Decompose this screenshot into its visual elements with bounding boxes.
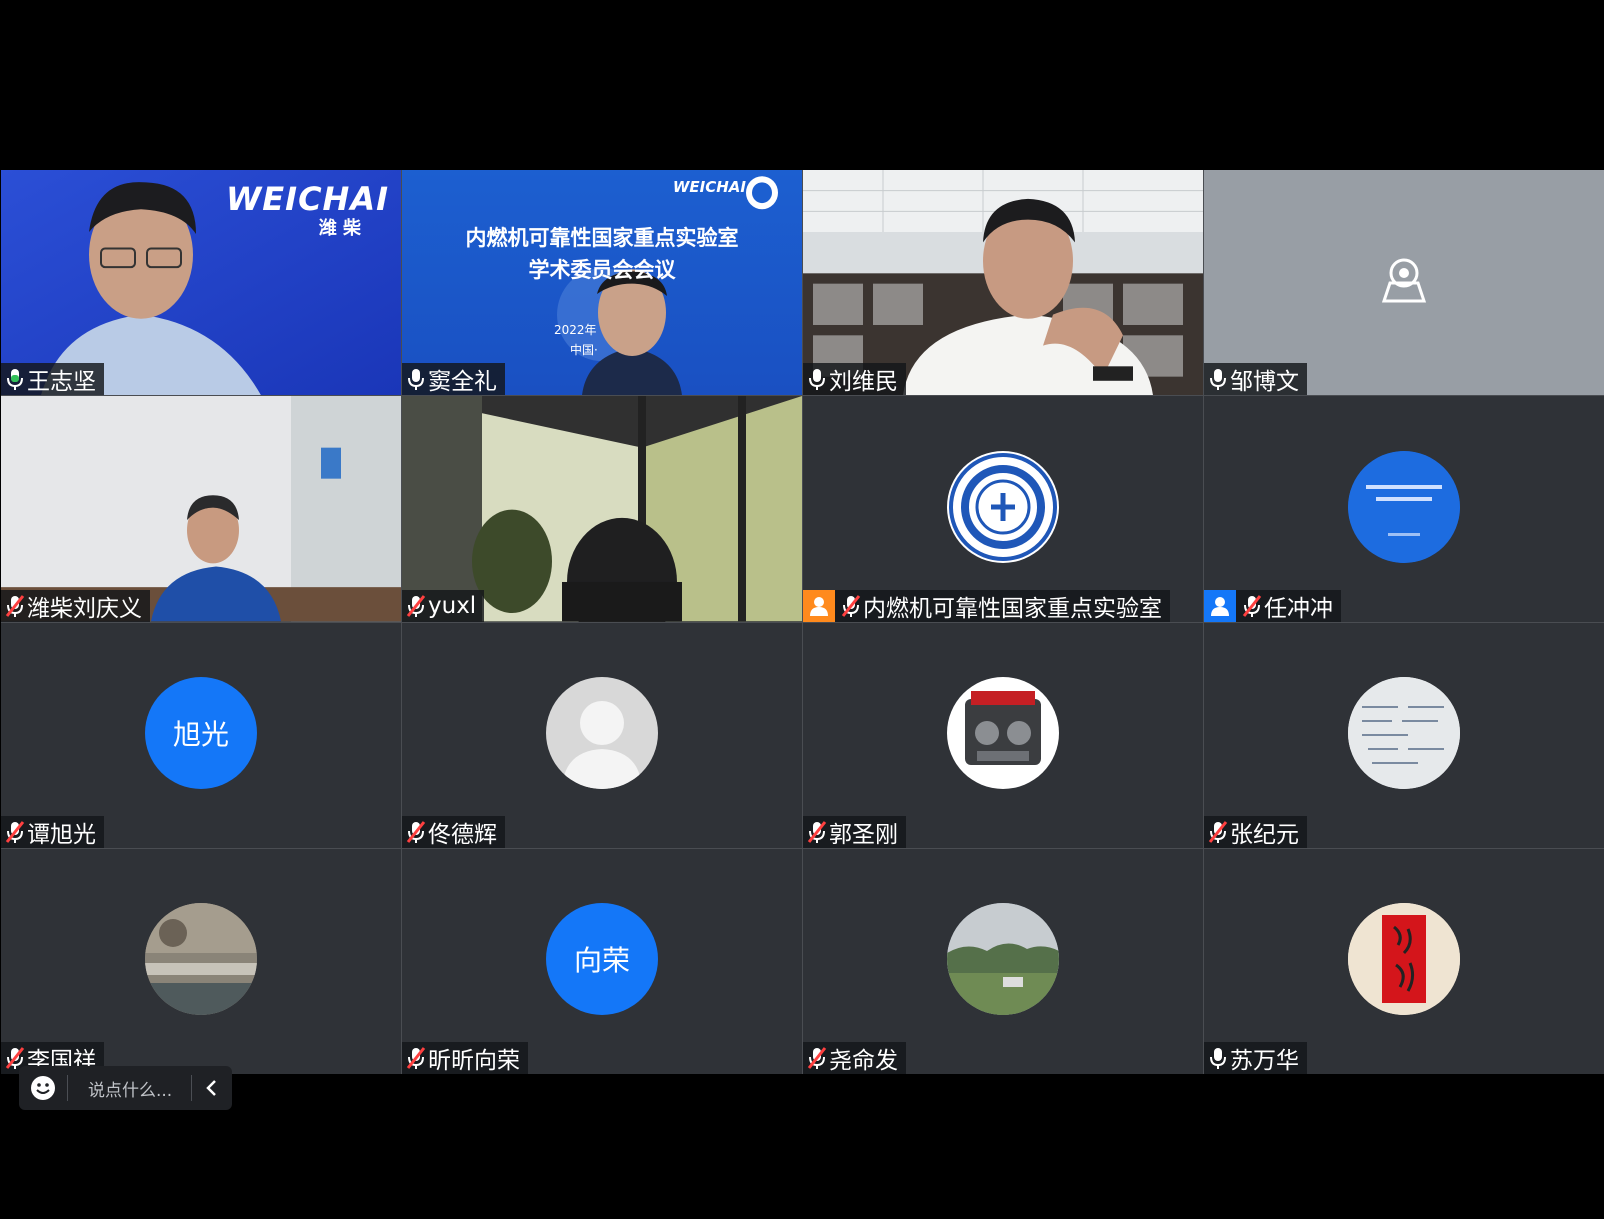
- participant-tile[interactable]: 旭光 谭旭光: [1, 622, 401, 848]
- brand-logo: WEICHAI: [226, 180, 389, 218]
- mic-muted-icon: [5, 594, 25, 617]
- mic-muted-icon: [5, 820, 25, 843]
- participant-tile[interactable]: 向荣 昕昕向荣: [402, 848, 802, 1074]
- mic-muted-icon: [807, 820, 827, 843]
- participant-tile[interactable]: 尧命发: [803, 848, 1203, 1074]
- avatar: [947, 903, 1059, 1016]
- participant-tile[interactable]: 内燃机可靠性国家重点实验室: [803, 396, 1203, 622]
- video-feed: [402, 396, 802, 622]
- mic-muted-icon: [406, 820, 426, 843]
- participant-tile[interactable]: 张纪元: [1204, 622, 1604, 848]
- nameplate: 昕昕向荣: [402, 1042, 528, 1074]
- participant-name: 尧命发: [829, 1048, 898, 1074]
- nameplate: 苏万华: [1204, 1042, 1307, 1074]
- participant-tile[interactable]: 郭圣刚: [803, 622, 1203, 848]
- participant-name: 邹博文: [1230, 369, 1299, 396]
- chat-bar: 说点什么...: [19, 1066, 232, 1110]
- mic-icon: [1210, 369, 1226, 391]
- banner-title-2: 学术委员会会议: [528, 258, 676, 282]
- collapse-button[interactable]: [192, 1079, 232, 1097]
- nameplate: 内燃机可靠性国家重点实验室: [803, 589, 1170, 622]
- participant-tile[interactable]: 佟德辉: [402, 622, 802, 848]
- banner-date: 2022年: [554, 323, 597, 337]
- nameplate: 潍柴刘庆义: [1, 589, 150, 622]
- smiley-icon: [31, 1076, 55, 1100]
- avatar: [947, 677, 1059, 790]
- emoji-button[interactable]: [19, 1075, 67, 1101]
- participant-tile[interactable]: 潍柴刘庆义: [1, 396, 401, 622]
- participant-tile[interactable]: 刘维民: [803, 170, 1203, 396]
- participant-tile[interactable]: 邹博文: [1204, 170, 1604, 396]
- participant-name: 潍柴刘庆义: [27, 595, 142, 622]
- avatar: [1348, 677, 1460, 790]
- participant-name: 窦全礼: [428, 369, 497, 396]
- participant-name: yuxl: [428, 592, 477, 619]
- mic-muted-icon: [807, 1047, 827, 1069]
- mic-speaking-icon: [7, 369, 23, 391]
- mic-muted-icon: [1242, 594, 1262, 617]
- mic-icon: [1210, 1048, 1226, 1069]
- chevron-left-icon: [206, 1080, 216, 1096]
- host-icon: [803, 589, 835, 622]
- avatar: [947, 450, 1059, 563]
- mic-muted-icon: [406, 1047, 426, 1069]
- cohost-icon: [1204, 589, 1236, 622]
- participant-name: 张纪元: [1230, 821, 1299, 848]
- nameplate: 王志坚: [1, 363, 104, 396]
- chat-input[interactable]: 说点什么...: [68, 1076, 191, 1101]
- avatar: [1348, 903, 1460, 1016]
- participant-name: 谭旭光: [27, 821, 96, 848]
- avatar: [145, 903, 257, 1016]
- default-avatar-icon: [546, 677, 658, 790]
- participant-name: 任冲冲: [1264, 595, 1333, 622]
- nameplate: 任冲冲: [1204, 589, 1341, 622]
- nameplate: yuxl: [402, 589, 485, 622]
- participant-name: 郭圣刚: [829, 821, 898, 848]
- nameplate: 张纪元: [1204, 815, 1307, 848]
- participant-tile[interactable]: WEICHAI 潍 柴 王志坚: [1, 170, 401, 396]
- nameplate: 尧命发: [803, 1042, 906, 1074]
- avatar: [1348, 450, 1460, 563]
- brand-logo: WEICHAI: [672, 178, 746, 196]
- camera-off-icon: [1381, 258, 1427, 303]
- participant-tile[interactable]: 任冲冲: [1204, 396, 1604, 622]
- participant-name: 刘维民: [829, 369, 898, 396]
- mic-muted-icon: [841, 594, 861, 617]
- avatar-initials: 向荣: [546, 903, 658, 1016]
- mic-icon: [408, 369, 424, 391]
- nameplate: 谭旭光: [1, 815, 104, 848]
- brand-logo-cn: 潍 柴: [318, 218, 361, 239]
- participant-name: 王志坚: [27, 369, 96, 396]
- participant-name: 佟德辉: [428, 821, 497, 848]
- mic-muted-icon: [1208, 820, 1228, 843]
- participant-tile[interactable]: yuxl: [402, 396, 802, 622]
- nameplate: 邹博文: [1204, 363, 1307, 396]
- participant-tile[interactable]: 苏万华: [1204, 848, 1604, 1074]
- participant-name: 内燃机可靠性国家重点实验室: [863, 595, 1162, 622]
- video-grid: WEICHAI 潍 柴 王志坚 WEICHAI 内燃机可靠性国家重点实验室 学术…: [1, 170, 1604, 1074]
- banner-place: 中国·: [570, 343, 598, 357]
- nameplate: 窦全礼: [402, 363, 505, 396]
- mic-icon: [809, 369, 825, 391]
- nameplate: 郭圣刚: [803, 815, 906, 848]
- avatar-initials: 旭光: [145, 677, 257, 790]
- mic-muted-icon: [406, 594, 426, 617]
- banner-title-1: 内燃机可靠性国家重点实验室: [465, 226, 739, 250]
- participant-name: 昕昕向荣: [428, 1048, 520, 1074]
- nameplate: 刘维民: [803, 363, 906, 396]
- participant-name: 苏万华: [1230, 1048, 1299, 1074]
- nameplate: 佟德辉: [402, 815, 505, 848]
- participant-tile[interactable]: WEICHAI 内燃机可靠性国家重点实验室 学术委员会会议 2022年 中国· …: [402, 170, 802, 396]
- participant-tile[interactable]: 李国祥: [1, 848, 401, 1074]
